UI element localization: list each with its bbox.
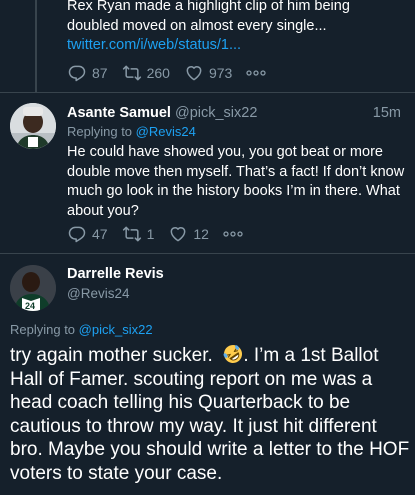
display-name[interactable]: Asante Samuel xyxy=(67,105,171,121)
retweet-icon xyxy=(122,65,141,81)
thread-line xyxy=(35,0,37,92)
rolling-on-floor-laughing-icon xyxy=(223,345,243,363)
like-count: 973 xyxy=(208,65,233,81)
timestamp[interactable]: 15m xyxy=(373,105,401,121)
retweet-button[interactable]: 1 xyxy=(122,224,155,244)
avatar-image xyxy=(10,103,56,149)
like-button[interactable]: 12 xyxy=(168,224,209,244)
retweet-count: 260 xyxy=(146,65,170,81)
reply-icon xyxy=(68,65,86,82)
previous-tweet[interactable]: Rex Ryan made a highlight clip of him be… xyxy=(0,0,415,92)
username[interactable]: @Revis24 xyxy=(67,286,129,301)
more-icon xyxy=(223,231,243,237)
more-options-button[interactable] xyxy=(246,70,266,76)
tweet-actions: 47 1 12 xyxy=(67,224,257,244)
reply-tweet[interactable]: Asante Samuel @pick_six22 15m Replying to… xyxy=(0,93,415,253)
avatar[interactable]: 24 xyxy=(10,265,56,311)
reply-icon xyxy=(68,226,86,243)
avatar[interactable] xyxy=(10,103,56,149)
tweet-text: Rex Ryan made a highlight clip of him be… xyxy=(67,0,407,56)
tweet-text-line: Rex Ryan made a highlight clip of him be… xyxy=(67,0,350,14)
heart-icon xyxy=(186,66,202,81)
replying-to: Replying to @Revis24 xyxy=(67,124,196,139)
reply-button[interactable]: 87 xyxy=(67,63,108,83)
svg-text:24: 24 xyxy=(25,301,35,311)
tweet-link[interactable]: twitter.com/i/web/status/1... xyxy=(67,36,407,56)
heart-icon xyxy=(170,227,186,242)
tweet-header: Asante Samuel @pick_six22 15m xyxy=(67,105,407,121)
like-button[interactable]: 973 xyxy=(184,63,232,83)
replying-to-label: Replying to xyxy=(10,322,79,337)
replying-to: Replying to @pick_six22 xyxy=(10,322,153,337)
replying-to-handle[interactable]: @Revis24 xyxy=(136,124,196,139)
username[interactable]: @pick_six22 xyxy=(175,105,257,121)
tweet-actions: 87 260 973 xyxy=(67,63,280,83)
avatar-image: 24 xyxy=(10,265,56,311)
replying-to-handle[interactable]: @pick_six22 xyxy=(79,322,153,337)
reply-count: 47 xyxy=(92,226,108,242)
focused-tweet[interactable]: 24 Darrelle Revis @Revis24 Replying to @… xyxy=(0,254,415,495)
more-options-button[interactable] xyxy=(223,231,243,237)
like-count: 12 xyxy=(193,226,209,242)
retweet-icon xyxy=(122,226,141,242)
replying-to-label: Replying to xyxy=(67,124,136,139)
retweet-count: 1 xyxy=(146,226,155,242)
tweet-text: try again mother sucker. . I’m a 1st Bal… xyxy=(10,344,410,485)
more-icon xyxy=(246,70,266,76)
display-name[interactable]: Darrelle Revis xyxy=(67,266,164,282)
tweet-text-line: doubled moved on almost every single... xyxy=(67,17,327,34)
retweet-button[interactable]: 260 xyxy=(122,63,170,83)
reply-count: 87 xyxy=(92,65,108,81)
reply-button[interactable]: 47 xyxy=(67,224,108,244)
tweet-text: He could have showed you, you got beat o… xyxy=(67,144,405,219)
tweet-text-part: try again mother sucker. xyxy=(10,345,224,366)
